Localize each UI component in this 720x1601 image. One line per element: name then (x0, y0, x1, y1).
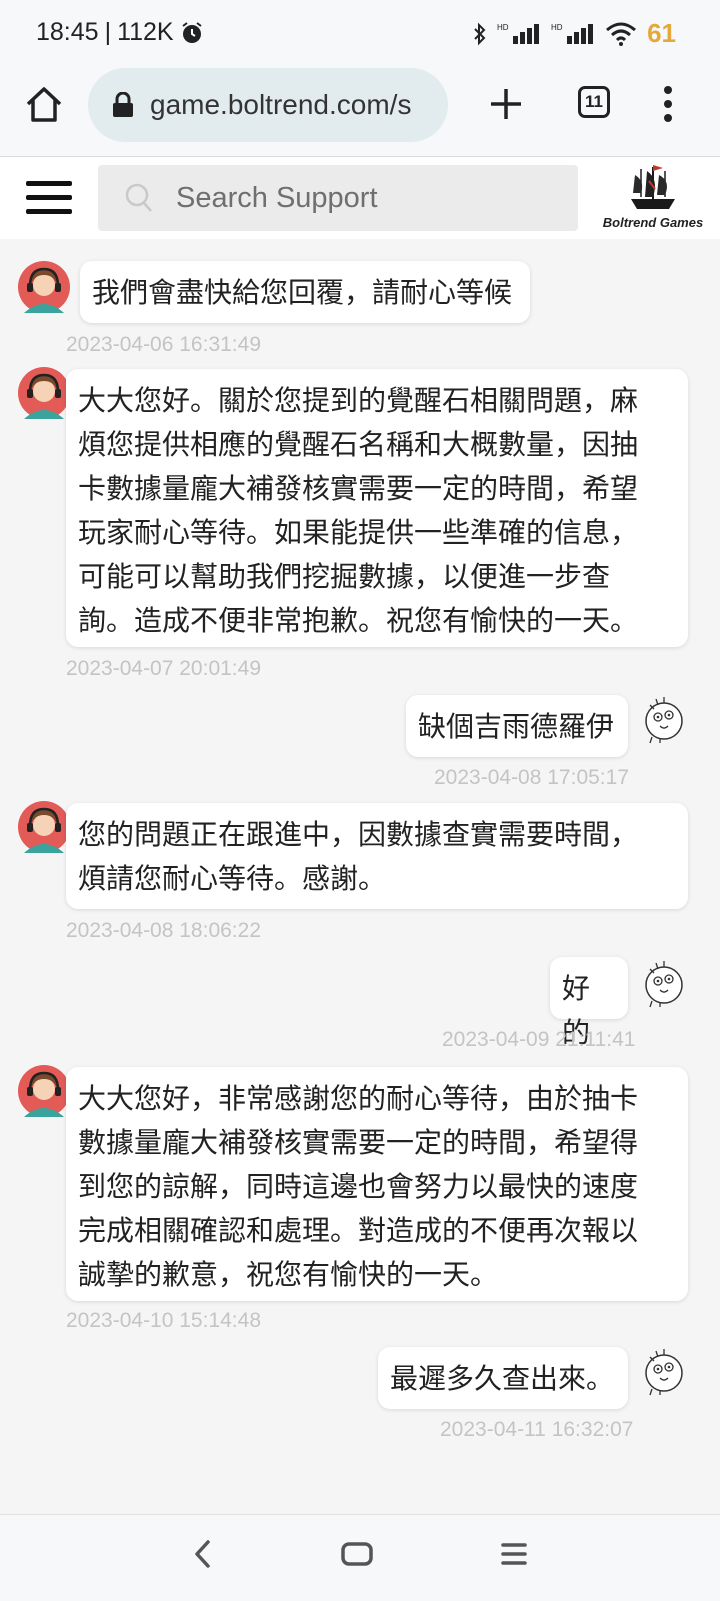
agent-avatar-icon (18, 261, 70, 313)
agent-avatar-icon (18, 1065, 70, 1117)
status-speed: 112K (117, 18, 174, 46)
ship-logo-icon (631, 165, 675, 209)
status-time: 18:45 (36, 18, 99, 46)
search-input[interactable] (174, 180, 558, 216)
message-line: 大大您好。關於您提到的覺醒石相關問題，麻 (78, 384, 639, 417)
battery-level: 61 (647, 18, 676, 48)
message-line: 可能可以幫助我們挖掘數據，以便進一步查 (78, 560, 611, 593)
message-timestamp: 2023-04-08 17:05:17 (434, 766, 629, 789)
message-line: 完成相關確認和處理。對造成的不便再次報以 (78, 1214, 639, 1247)
message-timestamp: 2023-04-06 16:31:49 (66, 333, 261, 356)
hamburger-menu-icon[interactable] (26, 179, 74, 217)
alarm-icon (181, 21, 202, 43)
status-left: 18:45 | 112K (36, 18, 204, 47)
message-timestamp: 2023-04-09 21:11:41 (442, 1028, 636, 1051)
recents-icon[interactable] (500, 1539, 528, 1569)
back-icon[interactable] (192, 1539, 212, 1569)
user-avatar-icon (645, 697, 683, 744)
system-nav-bar (0, 1514, 720, 1601)
support-header: Boltrend Games (0, 157, 720, 239)
message-bubble: 最遲多久查出來。 (378, 1347, 628, 1409)
logo-text: Boltrend Games (602, 215, 704, 230)
message-timestamp: 2023-04-11 16:32:07 (440, 1418, 634, 1441)
home-square-icon[interactable] (340, 1539, 374, 1569)
message-line: 卡數據量龐大補發核實需要一定的時間，希望 (78, 472, 639, 505)
address-bar[interactable]: game.boltrend.com/s (88, 68, 448, 142)
message-bubble: 大大您好，非常感謝您的耐心等待，由於抽卡 數據量龐大補發核實需要一定的時間，希望… (66, 1067, 688, 1301)
message-line: 到您的諒解，同時這邊也會努力以最快的速度 (78, 1170, 639, 1203)
message-timestamp: 2023-04-07 20:01:49 (66, 657, 261, 680)
user-avatar-icon (645, 1349, 683, 1396)
message-line: 您的問題正在跟進中，因數據查實需要時間， (78, 818, 639, 851)
plus-icon[interactable] (486, 84, 526, 124)
agent-avatar-icon (18, 367, 70, 419)
bluetooth-icon (474, 22, 486, 45)
message-bubble: 大大您好。關於您提到的覺醒石相關問題，麻 煩您提供相應的覺醒石名稱和大概數量，因… (66, 369, 688, 647)
message-line: 玩家耐心等待。如果能提供一些準確的信息， (78, 516, 639, 549)
home-icon[interactable] (22, 82, 66, 126)
message-line: 誠摯的歉意，祝您有愉快的一天。 (78, 1258, 499, 1291)
agent-avatar-icon (18, 801, 70, 853)
message-line: 煩請您耐心等待。感謝。 (78, 862, 387, 895)
browser-toolbar: game.boltrend.com/s 11 (0, 68, 720, 157)
chat-thread: 我們會盡快給您回覆，請耐心等候 2023-04-06 16:31:49 大大您好… (0, 239, 720, 1509)
message-bubble: 缺個吉雨德羅伊 (406, 695, 628, 757)
message-line: 我們會盡快給您回覆，請耐心等候 (92, 276, 513, 309)
svg-text:HD: HD (551, 23, 563, 32)
tab-switcher-button[interactable]: 11 (578, 86, 610, 118)
svg-text:HD: HD (497, 23, 509, 32)
message-line: 大大您好，非常感謝您的耐心等待，由於抽卡 (78, 1082, 639, 1115)
signal-hd-icon: HD (551, 23, 594, 44)
message-line: 煩您提供相應的覺醒石名稱和大概數量，因抽 (78, 428, 639, 461)
status-separator: | (104, 18, 112, 46)
signal-hd-icon: HD (497, 23, 540, 44)
message-bubble: 好的 (550, 957, 628, 1049)
message-line: 詢。造成不便非常抱歉。祝您有愉快的一天。 (78, 604, 639, 637)
url-text: game.boltrend.com/s (150, 89, 412, 120)
wifi-icon (606, 22, 637, 46)
message-line: 最遲多久查出來。 (390, 1362, 615, 1395)
message-timestamp: 2023-04-10 15:14:48 (66, 1309, 261, 1332)
message-line: 缺個吉雨德羅伊 (418, 710, 615, 743)
status-right: HD HD 61 (473, 18, 676, 49)
lock-icon (113, 92, 133, 117)
message-line: 數據量龐大補發核實需要一定的時間，希望得 (78, 1126, 639, 1159)
status-bar: 18:45 | 112K HD HD 61 (0, 0, 720, 68)
user-avatar-icon (645, 961, 683, 1008)
message-bubble: 我們會盡快給您回覆，請耐心等候 (80, 261, 530, 323)
search-icon (125, 183, 152, 212)
boltrend-logo[interactable]: Boltrend Games (598, 163, 708, 235)
message-timestamp: 2023-04-08 18:06:22 (66, 919, 261, 942)
search-box[interactable] (98, 165, 578, 231)
message-bubble: 您的問題正在跟進中，因數據查實需要時間， 煩請您耐心等待。感謝。 (66, 803, 688, 909)
more-vert-icon[interactable] (660, 84, 676, 124)
